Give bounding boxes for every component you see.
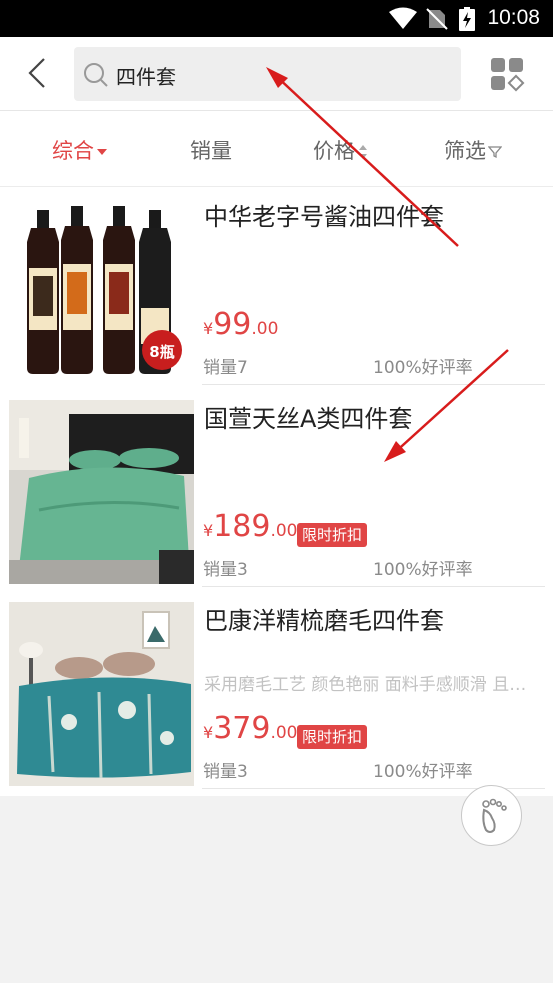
product-item[interactable]: 8瓶 中华老字号酱油四件套 ¥99.00 销量7 100%好评率 <box>0 187 553 389</box>
divider <box>202 586 545 587</box>
back-arrow-icon <box>28 58 45 88</box>
grid-view-icon <box>491 58 525 92</box>
sort-bar: 综合 销量 价格 筛选 <box>0 111 553 187</box>
divider <box>202 384 545 385</box>
product-sales: 销量3 <box>203 560 248 580</box>
discount-badge: 限时折扣 <box>297 523 368 547</box>
wifi-icon <box>389 7 417 29</box>
product-thumbnail-teal-bedding <box>9 602 194 786</box>
product-rating: 100%好评率 <box>373 358 473 378</box>
sort-updown-icon <box>359 145 367 159</box>
product-list: 8瓶 中华老字号酱油四件套 ¥99.00 销量7 100%好评率 国萱天丝A类四… <box>0 187 553 796</box>
sort-down-triangle-icon <box>97 149 107 155</box>
sort-tab-filter[interactable]: 筛选 <box>444 135 503 165</box>
no-sim-icon <box>426 8 448 30</box>
product-title: 国萱天丝A类四件套 <box>204 405 413 433</box>
product-rating: 100%好评率 <box>373 560 473 580</box>
clock: 10:08 <box>487 6 540 29</box>
search-header: 四件套 <box>0 37 553 111</box>
product-sales: 销量3 <box>203 762 248 782</box>
view-toggle-button[interactable] <box>487 54 527 94</box>
search-input[interactable]: 四件套 <box>74 47 461 101</box>
product-description: 采用磨毛工艺 颜色艳丽 面料手感顺滑 且… <box>204 675 527 695</box>
battery-charging-icon <box>459 7 475 31</box>
sort-tab-comprehensive[interactable]: 综合 <box>52 135 108 165</box>
product-item[interactable]: 国萱天丝A类四件套 ¥189.00 限时折扣 销量3 100%好评率 <box>0 389 553 591</box>
product-thumbnail-green-bedding <box>9 400 194 584</box>
product-title: 中华老字号酱油四件套 <box>204 203 444 231</box>
filter-funnel-icon <box>487 146 503 159</box>
footprint-icon <box>482 798 507 833</box>
product-price: ¥189.00 <box>203 509 298 544</box>
footprint-button[interactable] <box>461 785 522 846</box>
search-icon <box>84 63 108 87</box>
back-button[interactable] <box>18 51 58 95</box>
status-bar: 10:08 <box>0 0 553 37</box>
product-price: ¥99.00 <box>203 307 279 342</box>
discount-badge: 限时折扣 <box>297 725 368 749</box>
sort-tab-price[interactable]: 价格 <box>313 135 369 165</box>
product-rating: 100%好评率 <box>373 762 473 782</box>
thumb-bottle-count: 8瓶 <box>149 343 174 361</box>
product-title: 巴康洋精梳磨毛四件套 <box>204 607 444 635</box>
product-thumbnail-soy-sauce: 8瓶 <box>9 198 194 382</box>
sort-tab-sales[interactable]: 销量 <box>190 135 232 165</box>
search-query: 四件套 <box>116 65 176 89</box>
product-item[interactable]: 巴康洋精梳磨毛四件套 采用磨毛工艺 颜色艳丽 面料手感顺滑 且… ¥379.00… <box>0 591 553 793</box>
product-price: ¥379.00 <box>203 711 298 746</box>
product-sales: 销量7 <box>203 358 248 378</box>
